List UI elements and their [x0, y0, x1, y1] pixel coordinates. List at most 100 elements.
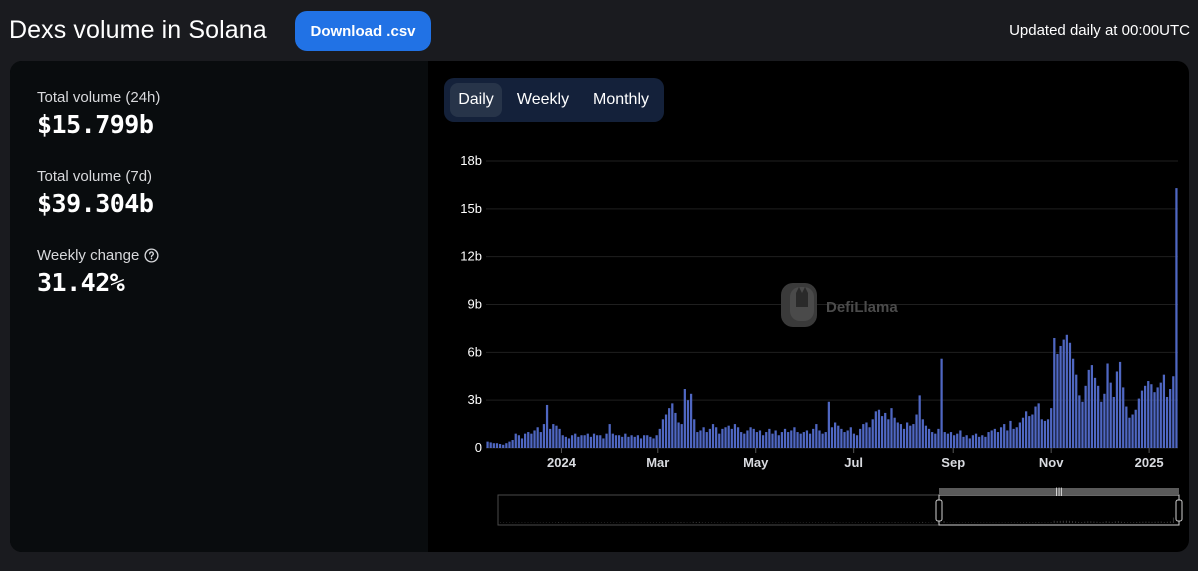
brush-mini-bar: [1099, 522, 1101, 523]
volume-bar: [808, 433, 812, 448]
volume-bar: [943, 432, 946, 448]
volume-bar: [846, 430, 849, 448]
brush-mini-bar: [974, 522, 976, 523]
brush-mini-bar: [778, 522, 780, 523]
volume-bar: [956, 433, 959, 448]
volume-bar: [643, 435, 646, 448]
stat-value: $15.799b: [37, 110, 154, 139]
volume-bar: [1084, 385, 1087, 448]
volume-bar: [533, 430, 536, 448]
brush-mini-bar: [860, 522, 862, 523]
llama-logo-icon: [781, 283, 817, 327]
volume-bar: [849, 427, 852, 448]
brush-mini-bar: [1056, 521, 1058, 523]
brush-mini-bar: [665, 522, 667, 523]
volume-bar: [570, 435, 574, 448]
brush-mini-bar: [989, 522, 991, 523]
x-tick-label: 2025: [1135, 455, 1164, 470]
volume-bar: [934, 433, 937, 448]
volume-bar: [1150, 384, 1153, 448]
volume-bar: [755, 432, 758, 448]
volume-bar: [1087, 369, 1090, 448]
brush-mini-bar: [760, 522, 761, 523]
brush-mini-bar: [812, 522, 813, 523]
volume-bar: [996, 432, 1000, 448]
volume-bar: [743, 433, 746, 448]
volume-bar: [1165, 396, 1169, 448]
volume-bar: [1081, 401, 1084, 448]
brush-handle-right[interactable]: [1175, 499, 1183, 522]
brush-mini-bar: [561, 522, 563, 523]
brush-mini-bar: [922, 521, 924, 523]
volume-bar: [940, 358, 943, 448]
volume-bar: [978, 436, 981, 448]
range-brush[interactable]: |||: [497, 486, 1183, 526]
volume-bar: [971, 435, 975, 448]
brush-grip-icon[interactable]: |||: [1055, 486, 1062, 496]
brush-mini-bar: [995, 522, 997, 523]
volume-bar: [589, 436, 593, 448]
volume-bar: [981, 435, 984, 448]
volume-bar: [611, 433, 614, 448]
volume-bar: [805, 430, 809, 448]
volume-bar: [758, 430, 762, 448]
volume-bar: [1106, 363, 1109, 448]
brush-mini-bar: [1093, 521, 1095, 523]
brush-mini-bar: [552, 522, 553, 523]
volume-bar: [649, 436, 652, 448]
brush-mini-bar: [668, 522, 670, 523]
volume-bar: [580, 435, 583, 448]
volume-bar: [877, 409, 881, 448]
volume-bar: [909, 425, 912, 448]
volume-bar: [965, 435, 968, 448]
volume-bar: [768, 428, 771, 448]
brush-mini-bar: [925, 522, 927, 523]
volume-bar: [818, 430, 821, 448]
brush-mini-bar: [698, 521, 700, 523]
volume-bar: [902, 428, 906, 448]
volume-bar: [530, 433, 533, 448]
volume-bar: [984, 436, 987, 448]
volume-bar: [489, 442, 492, 448]
brush-mini-bar: [1053, 520, 1055, 523]
brush-mini-bar: [769, 522, 771, 523]
bars: [486, 188, 1178, 449]
volume-bar: [633, 436, 636, 448]
brush-mini-bar: [949, 522, 951, 523]
volume-bar: [884, 412, 887, 448]
volume-bar: [542, 424, 546, 448]
volume-bar: [1046, 419, 1050, 448]
brush-mini-bar: [879, 522, 881, 523]
volume-bar: [1118, 361, 1122, 448]
volume-bar: [774, 430, 777, 448]
volume-bar: [815, 424, 818, 448]
brush-mini-bar: [659, 522, 661, 523]
brush-mini-bar: [802, 522, 804, 523]
volume-bar: [608, 424, 611, 448]
brush-mini-bar: [1145, 521, 1147, 523]
volume-bar: [931, 432, 934, 448]
brush-mini-bar: [1001, 522, 1003, 523]
volume-bar: [1031, 414, 1034, 448]
question-circle-icon[interactable]: [144, 248, 159, 263]
brush-handle-left[interactable]: [935, 499, 943, 522]
volume-bar: [564, 436, 567, 448]
brush-mini-bar: [545, 522, 547, 523]
volume-bar: [827, 401, 830, 448]
volume-bar: [1053, 337, 1056, 448]
brush-mini-bar: [1169, 521, 1171, 523]
brush-mini-bar: [845, 522, 847, 523]
download-csv-button[interactable]: Download .csv: [295, 11, 431, 51]
volume-bar: [552, 424, 555, 448]
volume-bar: [1137, 398, 1140, 448]
volume-bar: [874, 411, 877, 448]
volume-bar: [974, 433, 978, 448]
volume-chart: 0 3b 6b 9b 12b 15b 18b 2024 Mar May Jul Sep Nov 2025…: [460, 153, 1183, 526]
volume-bar: [1140, 390, 1144, 448]
volume-bar: [1006, 430, 1009, 448]
brush-mini-bar: [1102, 521, 1104, 523]
brush-mini-bar: [1013, 522, 1015, 523]
brush-mini-bar: [1007, 522, 1009, 523]
brush-mini-bar: [870, 522, 872, 523]
volume-bar: [780, 432, 784, 448]
